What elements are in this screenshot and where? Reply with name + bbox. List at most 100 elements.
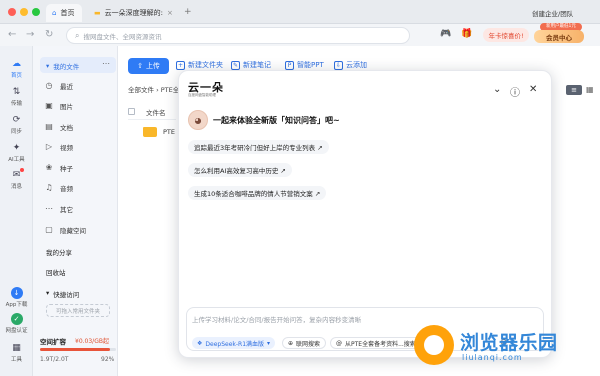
unread-dot xyxy=(20,168,24,172)
rail-item-transfer[interactable]: ⇅ 传输 xyxy=(0,86,33,107)
sidebar-item-docs[interactable]: ▤ 文档 xyxy=(40,118,116,135)
storage-expand-label[interactable]: 空间扩容 xyxy=(40,336,66,346)
new-tab-button[interactable]: + xyxy=(184,7,192,17)
sidebar-my-share[interactable]: 我的分享 xyxy=(46,247,72,257)
sidebar-item-label: 视频 xyxy=(60,143,73,152)
quick-access-drop-zone[interactable]: 可拖入常用文件夹 xyxy=(46,304,110,317)
audio-icon: ♫ xyxy=(45,183,53,192)
member-center-button[interactable]: 会员中心 xyxy=(534,30,584,43)
search-input[interactable]: ⌕ 搜网盘文件、全网资源资讯 xyxy=(66,27,410,44)
sync-icon: ⟳ xyxy=(12,115,21,125)
sidebar-item-hidden-space[interactable]: ▢ 隐藏空间 xyxy=(40,221,116,238)
rail-label-tools: 工具 xyxy=(10,357,22,363)
maximize-window-button[interactable] xyxy=(32,8,40,16)
cloud-add-button[interactable]: ⇩ 云添加 xyxy=(334,60,367,70)
close-window-button[interactable] xyxy=(8,8,16,16)
tab-cloud-doc-label: 云一朵深度理解的: xyxy=(104,9,163,17)
file-scope-label: 从PTE全套备考资料...搜索 xyxy=(345,340,416,348)
cloud-add-label: 云添加 xyxy=(346,61,367,69)
sidebar-item-label: 文档 xyxy=(60,123,73,132)
assistant-welcome: 一起来体验全新版「知识问答」吧~ xyxy=(213,116,340,125)
model-select[interactable]: ❖ DeepSeek-R1满血版 ▾ xyxy=(192,337,276,349)
tab-cloud-doc[interactable]: ▬ 云一朵深度理解的: × xyxy=(88,4,180,22)
web-search-label: 联网搜索 xyxy=(296,340,321,348)
back-arrow-icon[interactable]: ← xyxy=(8,29,16,40)
storage-bar-fill xyxy=(40,348,110,351)
minimize-window-button[interactable] xyxy=(20,8,28,16)
rail-item-tools[interactable]: ▦ 工具 xyxy=(0,342,33,363)
ppt-icon: P xyxy=(285,60,294,70)
rail-item-ai-tools[interactable]: ✦ AI工具 xyxy=(0,142,33,163)
hidden-space-icon: ▢ xyxy=(45,225,53,234)
gift-icon[interactable]: 🎁 xyxy=(461,29,472,39)
collapse-arrow-icon: ▾ xyxy=(46,62,50,70)
sidebar-item-recent[interactable]: ◷ 最近 xyxy=(40,77,116,94)
sidebar-item-audio[interactable]: ♫ 音频 xyxy=(40,179,116,196)
rail-item-home[interactable]: ☁ 首页 xyxy=(0,58,33,79)
suggestion-chip[interactable]: 追踪最近3年考研冷门但好上岸的专业列表 ↗ xyxy=(188,140,329,154)
sidebar-item-other[interactable]: ⋯ 其它 xyxy=(40,200,116,217)
sidebar-item-images[interactable]: ▣ 图片 xyxy=(40,97,116,114)
column-filename[interactable]: 文件名 xyxy=(146,107,166,117)
sidebar-recycle-bin[interactable]: 回收站 xyxy=(46,267,66,277)
sidebar-item-video[interactable]: ▷ 视频 xyxy=(40,138,116,155)
transfer-icon: ⇅ xyxy=(12,87,21,97)
sidebar-item-label: 图片 xyxy=(60,102,73,111)
smart-ppt-button[interactable]: P 智能PPT xyxy=(285,60,324,70)
info-icon[interactable]: ⓘ xyxy=(510,84,520,99)
smart-ppt-label: 智能PPT xyxy=(297,61,324,69)
folder-tab-icon: ▬ xyxy=(94,9,101,17)
tab-home[interactable]: ⌂ 首页 xyxy=(46,4,82,22)
rail-item-verify[interactable]: ✓ 网盘认证 xyxy=(0,313,33,334)
more-options-icon[interactable]: ⋯ xyxy=(102,59,110,68)
divider xyxy=(128,119,176,120)
forward-arrow-icon[interactable]: → xyxy=(26,29,34,40)
question-placeholder: 上传学习材料/论文/合同/报告开始问答，复杂内容秒变清晰 xyxy=(192,316,362,324)
game-icon[interactable]: 🎮 xyxy=(440,29,451,39)
web-search-toggle[interactable]: ⊕ 联网搜索 xyxy=(282,337,327,349)
upload-label: 上传 xyxy=(145,62,160,70)
rail-label-sync: 同步 xyxy=(10,129,22,135)
rail-item-sync[interactable]: ⟳ 同步 xyxy=(0,114,33,135)
storage-percent: 92% xyxy=(101,356,115,363)
app-download-icon: ↓ xyxy=(10,287,23,299)
select-all-checkbox[interactable] xyxy=(128,108,135,115)
globe-icon: ⊕ xyxy=(288,339,294,347)
close-icon[interactable]: ✕ xyxy=(529,84,537,95)
sidebar-item-seeds[interactable]: ❀ 种子 xyxy=(40,159,116,176)
file-scope-chip[interactable]: @ 从PTE全套备考资料...搜索 xyxy=(330,337,422,349)
search-icon: ⌕ xyxy=(75,30,80,40)
suggestion-chip[interactable]: 生成10条适合咖啡品牌的情人节营销文案 ↗ xyxy=(188,186,327,200)
new-note-icon: ✎ xyxy=(231,60,240,70)
suggestion-chip[interactable]: 怎么利用AI高效复习高中历史 ↗ xyxy=(188,163,292,177)
cloud-add-icon: ⇩ xyxy=(334,60,343,70)
sidebar-quick-access[interactable]: ▾ 快捷访问 xyxy=(46,289,79,299)
tab-close-icon[interactable]: × xyxy=(167,9,173,17)
new-folder-label: 新建文件夹 xyxy=(188,61,223,69)
storage-used: 1.9T/2.0T xyxy=(40,356,69,363)
chevron-down-icon: ▾ xyxy=(267,339,271,347)
watermark-logo-inner xyxy=(424,335,444,355)
image-icon: ▣ xyxy=(45,101,53,110)
refresh-icon[interactable]: ↻ xyxy=(45,29,53,40)
sidebar-item-label: 音频 xyxy=(60,184,73,193)
new-folder-button[interactable]: + 新建文件夹 xyxy=(176,60,223,70)
rail-item-app-download[interactable]: ↓ App下载 xyxy=(0,287,33,308)
chevron-down-icon[interactable]: ⌄ xyxy=(493,84,501,95)
create-team-link[interactable]: 创建企业/团队 xyxy=(532,8,573,18)
sidebar-item-label: 种子 xyxy=(60,164,73,173)
new-note-button[interactable]: ✎ 新建笔记 xyxy=(231,60,271,70)
promo-button[interactable]: 年卡惊喜价! xyxy=(483,28,529,42)
sidebar-my-files[interactable]: ▾ 我的文件 xyxy=(46,61,79,71)
breadcrumb[interactable]: 全部文件 › PTE全 xyxy=(128,84,179,94)
storage-promo[interactable]: ¥0.03/GB起 xyxy=(75,336,109,345)
rail-item-message[interactable]: ✉ 消息 xyxy=(0,169,33,190)
grid-view-icon[interactable]: ▦ xyxy=(586,85,594,94)
watermark-url: liulanqi.com xyxy=(462,353,523,362)
upload-button[interactable]: ⇧ 上传 xyxy=(128,58,169,74)
list-view-icon[interactable]: ≡ xyxy=(566,85,582,95)
folder-name[interactable]: PTE xyxy=(163,128,175,136)
new-folder-icon: + xyxy=(176,60,185,70)
rail-label-home: 首页 xyxy=(10,73,22,79)
model-label: DeepSeek-R1满血版 xyxy=(205,340,265,348)
